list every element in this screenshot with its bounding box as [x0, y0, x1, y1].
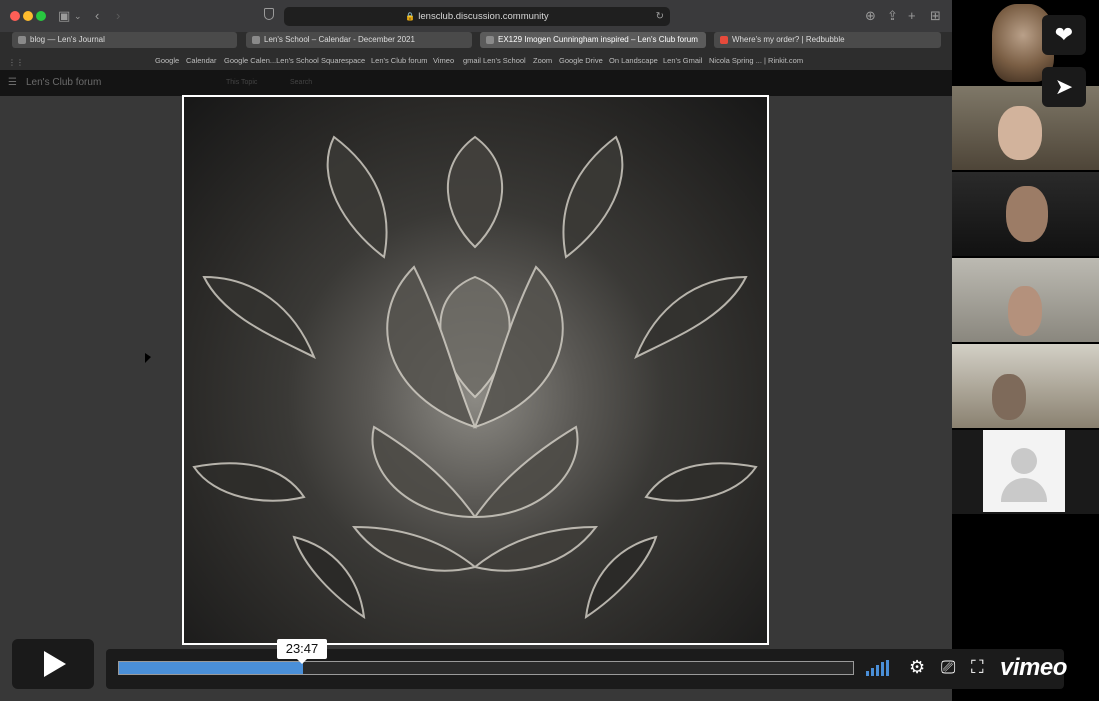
vimeo-logo[interactable]: vimeo [1000, 654, 1067, 682]
sidebar-toggle-icon[interactable]: ▣ [58, 7, 70, 25]
mouse-cursor [145, 353, 151, 363]
progress-fill [119, 662, 303, 674]
tab-label: blog — Len's Journal [30, 35, 105, 44]
bookmarks-bar: ⋮⋮ Google Calendar Google Calen...Len's … [0, 52, 952, 70]
address-bar[interactable]: 🔒 lensclub.discussion.community ↻ [284, 7, 670, 26]
tab-redbubble[interactable]: Where's my order? | Redbubble [714, 32, 941, 48]
bookmark-link[interactable]: Calendar [186, 56, 216, 65]
search-scope[interactable]: This Topic [226, 79, 257, 86]
participant-video [998, 106, 1042, 160]
reload-icon[interactable]: ↻ [656, 7, 664, 26]
close-window-button[interactable] [10, 11, 20, 21]
bookmark-link[interactable]: Squarespace [321, 56, 365, 65]
bookmark-link[interactable]: Google Drive [559, 56, 603, 65]
lock-icon: 🔒 [405, 12, 416, 21]
browser-titlebar: ▣ ⌄ ‹ › 🔒 lensclub.discussion.community ↻… [0, 0, 952, 32]
url-text: lensclub.discussion.community [418, 11, 549, 22]
apps-grid-icon[interactable]: ⋮⋮ [8, 58, 24, 67]
new-tab-icon[interactable]: + [908, 7, 916, 25]
tab-label: Where's my order? | Redbubble [732, 35, 845, 44]
minimize-window-button[interactable] [23, 11, 33, 21]
heart-icon: ❤ [1054, 22, 1074, 47]
photo-lightbox[interactable] [182, 95, 769, 645]
bookmark-link[interactable]: Len's Club forum [371, 56, 427, 65]
download-icon[interactable]: ⊕ [865, 7, 876, 25]
tab-label: EX129 Imogen Cunningham inspired – Len's… [498, 35, 698, 44]
search-input[interactable]: Search [290, 79, 312, 86]
tab-overview-icon[interactable]: ⊞ [930, 7, 941, 25]
progress-bar[interactable] [118, 661, 854, 675]
tab-calendar[interactable]: Len's School – Calendar - December 2021 [246, 32, 472, 48]
bookmark-link[interactable]: Zoom [533, 56, 552, 65]
shield-icon[interactable] [264, 8, 274, 20]
participant-tile[interactable] [952, 430, 1099, 514]
bookmark-link[interactable]: Google [155, 56, 179, 65]
share-button[interactable]: ➤ [1042, 67, 1086, 107]
bookmark-link[interactable]: On Landscape [609, 56, 658, 65]
gear-icon[interactable]: ⚙ [909, 657, 925, 677]
volume-icon[interactable] [866, 660, 896, 676]
forum-page: ☰ Len's Club forum This Topic Search [0, 70, 952, 701]
share-icon[interactable]: ⇪ [887, 7, 898, 25]
forum-title[interactable]: Len's Club forum [26, 77, 101, 88]
fullscreen-icon[interactable]: ⛶ [971, 657, 984, 677]
default-avatar-icon [983, 430, 1065, 512]
favicon-icon [720, 36, 728, 44]
play-icon [44, 651, 66, 677]
chevron-down-icon[interactable]: ⌄ [74, 7, 82, 25]
bookmark-link[interactable]: Nicola Spring ... | Rinkit.com [709, 56, 803, 65]
like-button[interactable]: ❤ [1042, 15, 1086, 55]
tab-label: Len's School – Calendar - December 2021 [264, 35, 415, 44]
succulent-illustration [192, 135, 758, 620]
browser-window: ▣ ⌄ ‹ › 🔒 lensclub.discussion.community ↻… [0, 0, 952, 701]
paper-plane-icon: ➤ [1054, 74, 1074, 99]
screen: ▣ ⌄ ‹ › 🔒 lensclub.discussion.community ↻… [0, 0, 1099, 701]
video-controls: 23:47 ⚙ ⎚ ⛶ vimeo [0, 630, 1099, 701]
forward-icon[interactable]: › [116, 7, 120, 25]
favicon-icon [18, 36, 26, 44]
participant-video [992, 374, 1026, 420]
menu-icon[interactable]: ☰ [8, 77, 17, 88]
tab-bar: blog — Len's Journal Len's School – Cale… [0, 32, 952, 52]
participant-video [1006, 186, 1048, 242]
bookmark-link[interactable]: Len's Gmail [663, 56, 702, 65]
airplay-icon[interactable]: ⎚ [941, 657, 955, 677]
maximize-window-button[interactable] [36, 11, 46, 21]
tab-blog[interactable]: blog — Len's Journal [12, 32, 237, 48]
favicon-icon [486, 36, 494, 44]
time-tooltip: 23:47 [277, 639, 327, 664]
participant-tile[interactable] [952, 258, 1099, 342]
bookmark-link[interactable]: gmail Len's School [463, 56, 526, 65]
play-button[interactable] [12, 639, 94, 689]
tab-forum[interactable]: EX129 Imogen Cunningham inspired – Len's… [480, 32, 706, 48]
participant-tile[interactable] [952, 172, 1099, 256]
back-icon[interactable]: ‹ [95, 7, 99, 25]
bookmark-link[interactable]: Vimeo [433, 56, 454, 65]
bookmark-link[interactable]: Google Calen...Len's School [224, 56, 319, 65]
participant-video [1008, 286, 1042, 336]
favicon-icon [252, 36, 260, 44]
succulent-photo [184, 97, 767, 643]
forum-header: ☰ Len's Club forum This Topic Search [0, 70, 952, 96]
participant-tile[interactable] [952, 344, 1099, 428]
